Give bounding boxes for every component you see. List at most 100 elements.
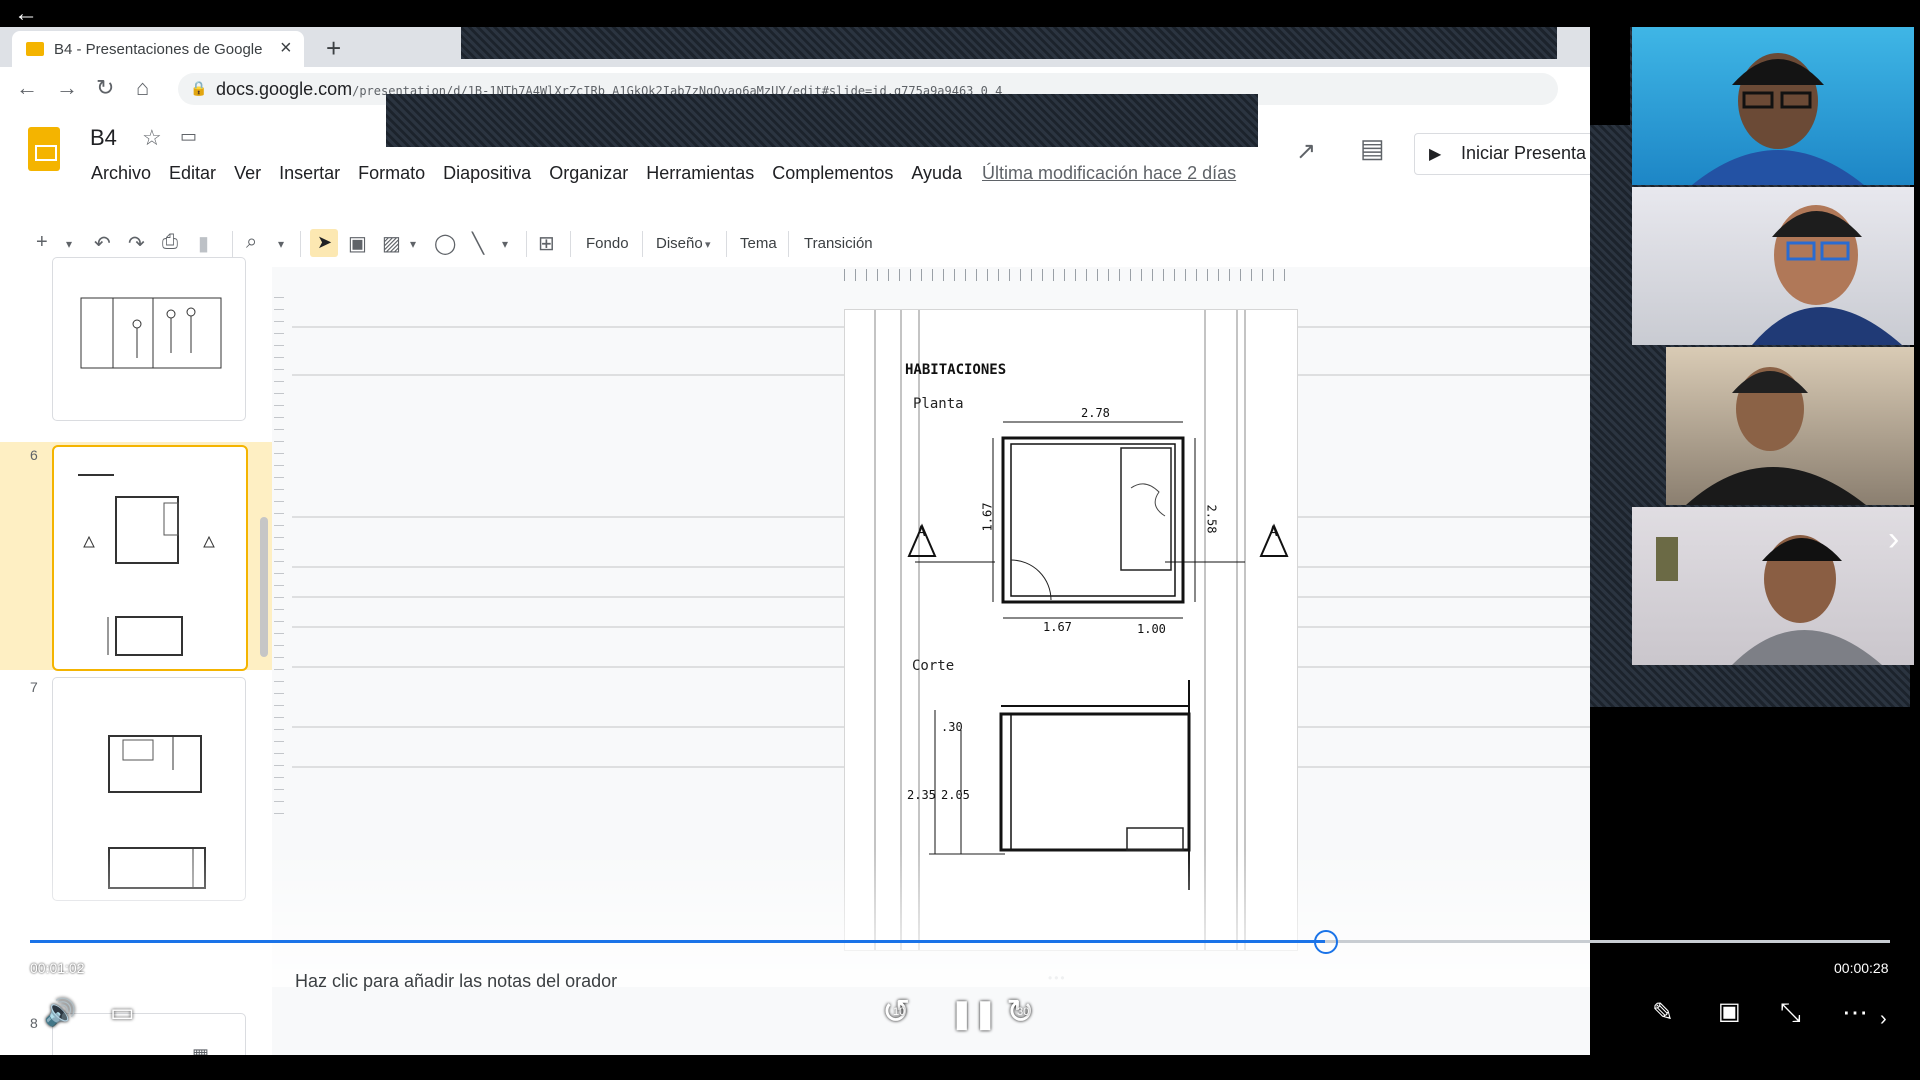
document-title[interactable]: B4: [90, 125, 117, 151]
last-edit-link[interactable]: Última modificación hace 2 días: [982, 163, 1236, 184]
planta-label: Planta: [913, 396, 964, 412]
textbox-icon[interactable]: ▣: [348, 231, 367, 256]
filmstrip-scrollbar[interactable]: [260, 517, 268, 657]
present-button[interactable]: ▶ Iniciar Presenta: [1414, 133, 1590, 175]
participant-avatar: [1686, 367, 1866, 505]
back-arrow-icon[interactable]: ←: [14, 2, 38, 26]
forward-30-button[interactable]: ↻ 30: [1006, 992, 1046, 1032]
star-icon[interactable]: ☆: [142, 125, 162, 151]
participant-video-1[interactable]: [1632, 27, 1914, 185]
toolbar-divider: [300, 231, 301, 257]
toolbar-divider: [570, 231, 571, 257]
participant-avatar: [1752, 205, 1902, 345]
picture-in-picture-icon[interactable]: ▣: [1718, 997, 1741, 1026]
theme-button[interactable]: Tema: [740, 235, 777, 252]
slide-number: 6: [30, 447, 38, 463]
menu-herramientas[interactable]: Herramientas: [637, 163, 763, 184]
menu-formato[interactable]: Formato: [349, 163, 434, 184]
line-dropdown-icon[interactable]: ▾: [502, 237, 508, 251]
comment-icon[interactable]: ▤: [1360, 133, 1385, 164]
menu-editar[interactable]: Editar: [160, 163, 225, 184]
dim-corte-inner: 2.05: [941, 788, 970, 802]
corte-label: Corte: [912, 658, 955, 674]
menu-complementos[interactable]: Complementos: [763, 163, 902, 184]
activity-trend-icon[interactable]: ↗: [1296, 137, 1316, 166]
browser-tab[interactable]: B4 - Presentaciones de Google ×: [12, 31, 304, 67]
dim-right-height: 2.58: [1204, 504, 1219, 534]
more-options-icon[interactable]: ⋯: [1842, 997, 1868, 1028]
menu-ver[interactable]: Ver: [225, 163, 270, 184]
slides-favicon-icon: [26, 42, 44, 56]
new-tab-button[interactable]: +: [326, 33, 341, 64]
image-icon[interactable]: ▨: [382, 231, 401, 256]
back-icon[interactable]: ←: [16, 75, 38, 101]
pause-icon[interactable]: ❚❚: [950, 997, 997, 1030]
lock-icon[interactable]: 🔒: [190, 80, 207, 97]
layout-button[interactable]: Diseño: [656, 235, 703, 252]
paint-format-icon[interactable]: ▮: [198, 231, 209, 256]
grid-view-icon[interactable]: ▦: [192, 1045, 209, 1055]
add-slide-dropdown-icon[interactable]: ▾: [66, 237, 72, 251]
forward-icon[interactable]: →: [56, 75, 78, 101]
redo-icon[interactable]: ↷: [128, 231, 145, 256]
participant-video-4[interactable]: [1632, 507, 1914, 665]
thumbnail-drawing: [80, 297, 222, 369]
zoom-dropdown-icon[interactable]: ▾: [278, 237, 284, 251]
add-slide-icon[interactable]: +: [36, 231, 48, 254]
insert-comment-icon[interactable]: ⊞: [538, 231, 555, 256]
tab-title: B4 - Presentaciones de Google: [54, 41, 263, 58]
layout-dropdown-icon[interactable]: ▾: [705, 238, 711, 251]
volume-icon[interactable]: 🔊: [44, 997, 76, 1028]
shape-icon[interactable]: ◯: [434, 231, 456, 256]
participant-video-3[interactable]: [1666, 347, 1914, 505]
move-folder-icon[interactable]: ▭: [180, 126, 197, 147]
bottom-bar: [0, 1055, 1920, 1080]
participant-video-2[interactable]: [1632, 187, 1914, 345]
undo-icon[interactable]: ↶: [94, 231, 111, 256]
menu-organizar[interactable]: Organizar: [540, 163, 637, 184]
participants-panel-edge: [1590, 27, 1630, 125]
line-icon[interactable]: ╲: [472, 231, 484, 256]
annotate-pencil-icon[interactable]: ✎: [1652, 997, 1674, 1028]
reload-icon[interactable]: ↻: [96, 75, 114, 101]
background-button[interactable]: Fondo: [586, 235, 629, 252]
print-icon[interactable]: ⎙: [162, 231, 178, 254]
video-progress-bar[interactable]: [30, 940, 1890, 943]
menu-bar: Archivo Editar Ver Insertar Formato Diap…: [82, 163, 971, 184]
select-tool-button[interactable]: ➤: [310, 229, 338, 257]
participants-next-icon[interactable]: ›: [1888, 520, 1899, 559]
captions-icon[interactable]: ▭: [110, 997, 135, 1028]
menu-archivo[interactable]: Archivo: [82, 163, 160, 184]
forward-label: 30: [1017, 1006, 1030, 1018]
dim-corte-total: 2.35: [907, 788, 936, 802]
menu-insertar[interactable]: Insertar: [270, 163, 349, 184]
slide-number: 8: [30, 1015, 38, 1031]
speaker-notes-placeholder[interactable]: Haz clic para añadir las notas del orado…: [295, 971, 617, 992]
exit-fullscreen-icon[interactable]: ⤡: [1780, 997, 1801, 1029]
slide-thumbnail-active[interactable]: [52, 445, 248, 671]
tab-close-icon[interactable]: ×: [280, 37, 292, 60]
url-host: docs.google.com: [216, 79, 353, 99]
slides-logo-icon[interactable]: [28, 127, 60, 171]
dim-top-width: 2.78: [1081, 406, 1110, 420]
menu-ayuda[interactable]: Ayuda: [902, 163, 971, 184]
participant-avatar: [1656, 535, 1882, 665]
participant-avatar: [1692, 53, 1864, 185]
dim-bottom-left: 1.67: [1043, 620, 1072, 634]
filmstrip-view-icon[interactable]: ▬: [60, 1045, 78, 1055]
next-chevron-icon[interactable]: ›: [1880, 1008, 1887, 1031]
transition-button[interactable]: Transición: [804, 235, 873, 252]
video-scrubber-handle[interactable]: [1313, 930, 1338, 954]
player-fade: [0, 847, 1590, 987]
slide-thumbnail[interactable]: [52, 257, 246, 421]
rewind-10-button[interactable]: ↺ 10: [882, 992, 922, 1032]
toolbar-divider: [788, 231, 789, 257]
slide-thumbnail[interactable]: [52, 1013, 246, 1055]
image-dropdown-icon[interactable]: ▾: [410, 237, 416, 251]
zoom-icon[interactable]: ⌕: [246, 231, 257, 254]
section-marker-right: A: [1269, 524, 1278, 540]
home-icon[interactable]: ⌂: [136, 75, 149, 101]
time-elapsed: 00:01:02: [30, 960, 85, 976]
menu-diapositiva[interactable]: Diapositiva: [434, 163, 540, 184]
thumbnail-drawing: [78, 474, 215, 656]
